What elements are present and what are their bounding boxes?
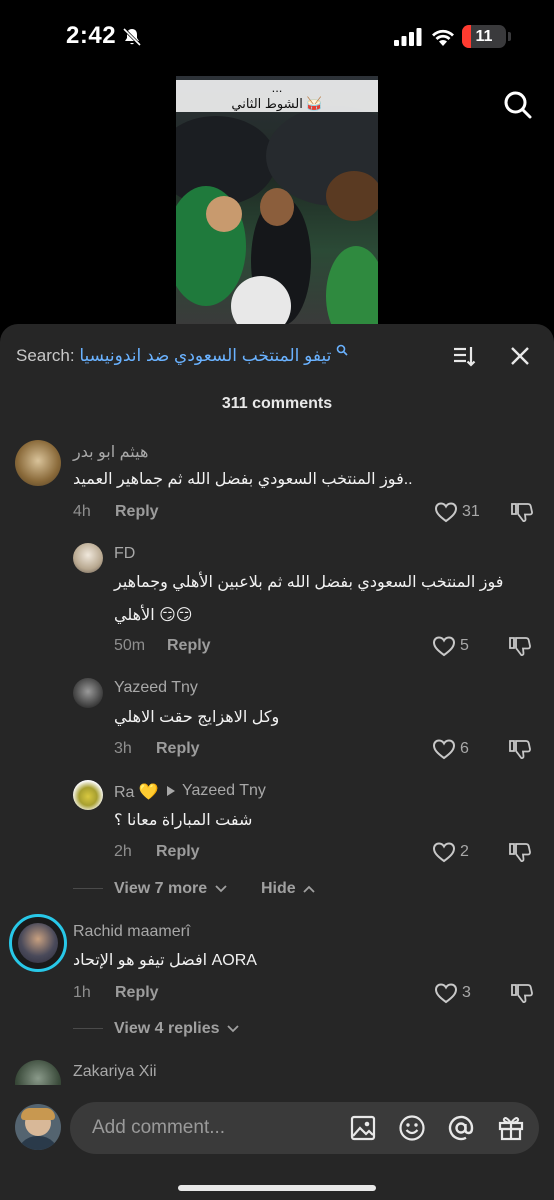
chevron-down-icon — [227, 1025, 239, 1033]
dislike-icon[interactable] — [508, 634, 532, 658]
hide-label: Hide — [261, 880, 296, 897]
comment-username[interactable]: Rachid maamerî — [73, 923, 190, 941]
like-count: 6 — [460, 740, 469, 757]
chevron-down-icon — [214, 885, 227, 893]
heart-icon[interactable] — [432, 635, 456, 657]
avatar[interactable] — [73, 678, 103, 708]
comment-text: فوز المنتخب السعودي بفضل الله ثم بلاعبين… — [114, 574, 504, 591]
search-icon[interactable] — [503, 90, 533, 120]
comment-username[interactable]: Ra 💛 — [114, 782, 159, 802]
dislike-icon[interactable] — [508, 737, 532, 761]
avatar[interactable] — [73, 543, 103, 573]
emoji-icon[interactable] — [398, 1114, 426, 1142]
reply-button[interactable]: Reply — [156, 843, 200, 861]
comment-time: 50m — [114, 637, 146, 654]
comment-text: افضل تيفو هو الإتحاد AORA — [73, 952, 257, 969]
heart-icon[interactable] — [434, 982, 458, 1004]
cellular-signal-icon — [394, 28, 422, 46]
hide-replies-button[interactable]: Hide — [261, 880, 315, 898]
comment-text: شفت المباراة معانا ؟ — [114, 812, 253, 829]
comment-time: 4h — [73, 503, 91, 520]
divider — [73, 1028, 103, 1029]
view-more-label: View 7 more — [114, 880, 208, 897]
comment-text: وكل الاهزايج حقت الاهلي — [114, 709, 280, 726]
close-icon[interactable] — [509, 345, 531, 367]
avatar[interactable] — [15, 440, 61, 486]
comments-count: 311 comments — [221, 395, 333, 412]
battery-level: 11 — [475, 28, 493, 45]
avatar[interactable] — [73, 780, 103, 810]
dislike-icon[interactable] — [510, 981, 534, 1005]
view-replies-button[interactable]: View 4 replies — [114, 1020, 239, 1038]
comment-time: 2h — [114, 843, 132, 860]
reply-to-username[interactable]: Yazeed Tny — [182, 782, 266, 800]
reply-button[interactable]: Reply — [115, 503, 159, 521]
gift-icon[interactable] — [497, 1114, 525, 1142]
comment-username[interactable]: Zakariya Xii — [73, 1063, 157, 1081]
mention-icon[interactable] — [447, 1114, 475, 1142]
comment-username[interactable]: FD — [114, 545, 135, 563]
heart-icon[interactable] — [432, 738, 456, 760]
search-small-icon — [336, 344, 348, 356]
comment-text: الأهلي 😏😏 — [114, 607, 193, 624]
dislike-icon[interactable] — [508, 840, 532, 864]
heart-icon[interactable] — [434, 501, 458, 523]
comment-time: 1h — [73, 984, 91, 1001]
view-replies-label: View 4 replies — [114, 1020, 220, 1037]
search-query-header[interactable]: Search: تيفو المنتخب السعودي ضد اندونيسي… — [16, 344, 348, 366]
comment-text: فوز المنتخب السعودي بفضل الله ثم جماهير … — [73, 471, 413, 488]
comment-username[interactable]: هيثم ابو بدر — [73, 442, 148, 462]
reply-button[interactable]: Reply — [115, 984, 159, 1002]
video-caption-line2: الشوط الثاني 🥁 — [231, 96, 323, 111]
chevron-up-icon — [303, 885, 315, 893]
video-player[interactable]: ... الشوط الثاني 🥁 — [176, 76, 378, 326]
wifi-icon — [432, 29, 454, 46]
dislike-icon[interactable] — [510, 500, 534, 524]
status-time: 2:42 — [66, 22, 117, 49]
view-more-replies-button[interactable]: View 7 more — [114, 880, 227, 898]
search-prefix: Search: — [16, 346, 75, 365]
like-count: 3 — [462, 984, 471, 1001]
comment-username[interactable]: Yazeed Tny — [114, 679, 198, 697]
like-count: 31 — [462, 503, 480, 520]
status-bar: 2:42 11 — [0, 0, 554, 76]
comment-input-placeholder: Add comment... — [92, 1117, 226, 1138]
battery-indicator: 11 — [462, 25, 506, 48]
like-count: 2 — [460, 843, 469, 860]
divider — [73, 888, 103, 889]
like-count: 5 — [460, 637, 469, 654]
comment-time: 3h — [114, 740, 132, 757]
bell-muted-icon — [122, 27, 142, 47]
reply-button[interactable]: Reply — [156, 740, 200, 758]
my-avatar — [15, 1104, 61, 1150]
avatar[interactable] — [9, 914, 67, 972]
search-query-link[interactable]: تيفو المنتخب السعودي ضد اندونيسيا — [79, 346, 331, 365]
image-icon[interactable] — [349, 1114, 377, 1142]
sort-icon[interactable] — [452, 344, 476, 368]
reply-button[interactable]: Reply — [167, 637, 211, 655]
home-indicator[interactable] — [178, 1185, 376, 1191]
play-arrow-icon — [167, 786, 175, 796]
heart-icon[interactable] — [432, 841, 456, 863]
video-caption: ... الشوط الثاني 🥁 — [176, 80, 378, 112]
video-caption-line1: ... — [271, 80, 283, 95]
